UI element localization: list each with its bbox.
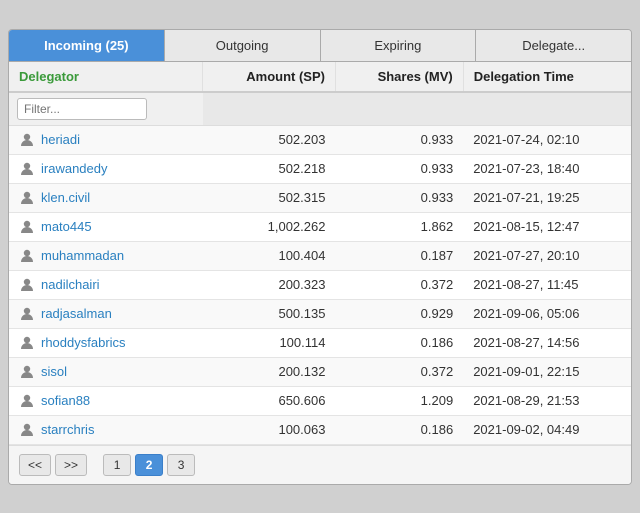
user-icon [19, 132, 35, 148]
delegator-cell: nadilchairi [9, 270, 203, 299]
user-icon [19, 219, 35, 235]
table-row: sisol 200.1320.3722021-09-01, 22:15 [9, 357, 631, 386]
amount-cell: 650.606 [203, 386, 335, 415]
amount-cell: 1,002.262 [203, 212, 335, 241]
user-icon [19, 248, 35, 264]
table-row: nadilchairi 200.3230.3722021-08-27, 11:4… [9, 270, 631, 299]
time-cell: 2021-07-27, 20:10 [463, 241, 631, 270]
time-cell: 2021-08-29, 21:53 [463, 386, 631, 415]
delegator-name[interactable]: heriadi [41, 132, 80, 147]
tab-delegate[interactable]: Delegate... [476, 30, 631, 61]
delegator-cell: sisol [9, 357, 203, 386]
shares-cell: 0.929 [335, 299, 463, 328]
shares-cell: 1.209 [335, 386, 463, 415]
shares-cell: 0.933 [335, 125, 463, 154]
amount-cell: 502.315 [203, 183, 335, 212]
amount-cell: 100.063 [203, 415, 335, 444]
delegator-name[interactable]: sisol [41, 364, 67, 379]
table-row: rhoddysfabrics 100.1140.1862021-08-27, 1… [9, 328, 631, 357]
delegator-cell: starrchris [9, 415, 203, 444]
delegator-name[interactable]: radjasalman [41, 306, 112, 321]
shares-cell: 0.933 [335, 183, 463, 212]
page-3-button[interactable]: 3 [167, 454, 195, 476]
tab-expiring[interactable]: Expiring [321, 30, 477, 61]
delegator-name[interactable]: starrchris [41, 422, 94, 437]
col-header-shares: Shares (MV) [335, 62, 463, 92]
table-row: starrchris 100.0630.1862021-09-02, 04:49 [9, 415, 631, 444]
table-wrapper: Delegator Amount (SP) Shares (MV) Delega… [9, 62, 631, 445]
user-icon [19, 393, 35, 409]
tab-bar: Incoming (25) Outgoing Expiring Delegate… [9, 30, 631, 62]
next-page-button[interactable]: >> [55, 454, 87, 476]
table-row: mato445 1,002.2621.8622021-08-15, 12:47 [9, 212, 631, 241]
delegator-cell: heriadi [9, 125, 203, 154]
delegator-name[interactable]: klen.civil [41, 190, 90, 205]
col-header-delegator: Delegator [9, 62, 203, 92]
delegator-cell: irawandedy [9, 154, 203, 183]
table-row: heriadi 502.2030.9332021-07-24, 02:10 [9, 125, 631, 154]
time-cell: 2021-08-15, 12:47 [463, 212, 631, 241]
col-header-amount: Amount (SP) [203, 62, 335, 92]
amount-cell: 100.114 [203, 328, 335, 357]
time-cell: 2021-08-27, 14:56 [463, 328, 631, 357]
user-icon [19, 190, 35, 206]
delegator-cell: radjasalman [9, 299, 203, 328]
user-icon [19, 364, 35, 380]
amount-cell: 500.135 [203, 299, 335, 328]
amount-cell: 200.323 [203, 270, 335, 299]
tab-outgoing[interactable]: Outgoing [165, 30, 321, 61]
delegation-table: Delegator Amount (SP) Shares (MV) Delega… [9, 62, 631, 445]
delegator-cell: muhammadan [9, 241, 203, 270]
user-icon [19, 335, 35, 351]
shares-cell: 0.372 [335, 270, 463, 299]
delegator-name[interactable]: mato445 [41, 219, 92, 234]
delegator-name[interactable]: muhammadan [41, 248, 124, 263]
time-cell: 2021-09-02, 04:49 [463, 415, 631, 444]
amount-cell: 100.404 [203, 241, 335, 270]
delegator-cell: mato445 [9, 212, 203, 241]
delegator-filter-input[interactable] [17, 98, 147, 120]
table-row: radjasalman 500.1350.9292021-09-06, 05:0… [9, 299, 631, 328]
time-cell: 2021-07-23, 18:40 [463, 154, 631, 183]
time-cell: 2021-09-06, 05:06 [463, 299, 631, 328]
col-header-time: Delegation Time [463, 62, 631, 92]
amount-cell: 502.203 [203, 125, 335, 154]
table-row: sofian88 650.6061.2092021-08-29, 21:53 [9, 386, 631, 415]
shares-cell: 0.186 [335, 415, 463, 444]
delegator-name[interactable]: nadilchairi [41, 277, 100, 292]
delegator-cell: sofian88 [9, 386, 203, 415]
table-row: muhammadan 100.4040.1872021-07-27, 20:10 [9, 241, 631, 270]
page-1-button[interactable]: 1 [103, 454, 131, 476]
delegator-name[interactable]: sofian88 [41, 393, 90, 408]
table-row: irawandedy 502.2180.9332021-07-23, 18:40 [9, 154, 631, 183]
table-row: klen.civil 502.3150.9332021-07-21, 19:25 [9, 183, 631, 212]
delegator-name[interactable]: rhoddysfabrics [41, 335, 126, 350]
amount-cell: 502.218 [203, 154, 335, 183]
user-icon [19, 161, 35, 177]
tab-incoming[interactable]: Incoming (25) [9, 30, 165, 61]
table-header-row: Delegator Amount (SP) Shares (MV) Delega… [9, 62, 631, 92]
shares-cell: 0.187 [335, 241, 463, 270]
delegator-cell: klen.civil [9, 183, 203, 212]
filter-row [9, 92, 631, 126]
time-cell: 2021-07-24, 02:10 [463, 125, 631, 154]
time-cell: 2021-07-21, 19:25 [463, 183, 631, 212]
shares-cell: 1.862 [335, 212, 463, 241]
user-icon [19, 277, 35, 293]
shares-cell: 0.186 [335, 328, 463, 357]
pagination-bar: << >> 1 2 3 [9, 445, 631, 484]
time-cell: 2021-08-27, 11:45 [463, 270, 631, 299]
user-icon [19, 306, 35, 322]
delegator-cell: rhoddysfabrics [9, 328, 203, 357]
prev-page-button[interactable]: << [19, 454, 51, 476]
user-icon [19, 422, 35, 438]
shares-cell: 0.933 [335, 154, 463, 183]
amount-cell: 200.132 [203, 357, 335, 386]
page-2-button[interactable]: 2 [135, 454, 163, 476]
delegator-name[interactable]: irawandedy [41, 161, 108, 176]
shares-cell: 0.372 [335, 357, 463, 386]
time-cell: 2021-09-01, 22:15 [463, 357, 631, 386]
main-container: Incoming (25) Outgoing Expiring Delegate… [8, 29, 632, 485]
